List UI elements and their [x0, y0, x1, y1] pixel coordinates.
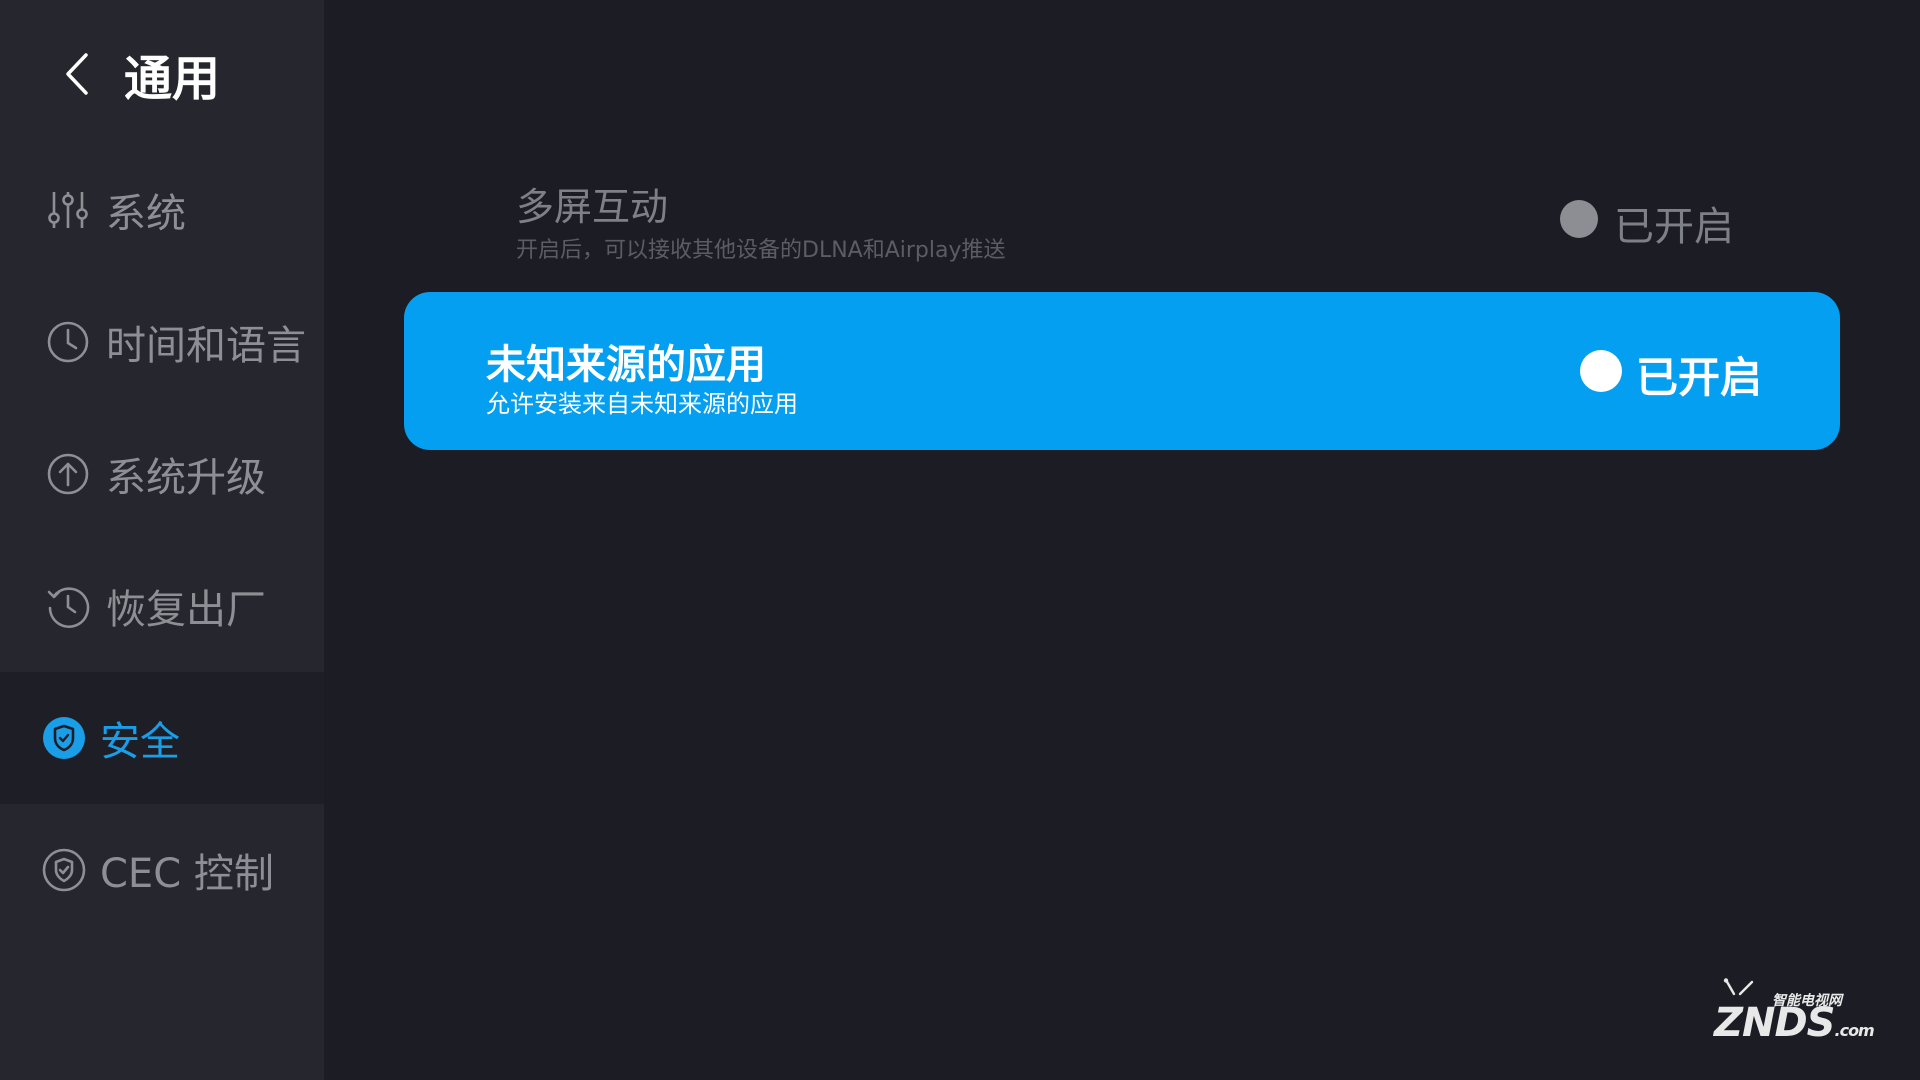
- sidebar-item-label: 安全: [100, 719, 180, 765]
- setting-title: 未知来源的应用: [486, 342, 766, 388]
- watermark-brand-text: ZNDS: [1714, 1000, 1835, 1046]
- sidebar-item-factory-reset[interactable]: 恢复出厂: [0, 540, 324, 672]
- sidebar-item-system-upgrade[interactable]: 系统升级: [0, 408, 324, 540]
- sidebar-item-label: 系统升级: [106, 455, 266, 501]
- watermark-brand-suffix: .com: [1834, 1021, 1875, 1040]
- sidebar-item-label: 时间和语言: [106, 323, 306, 369]
- settings-screen: 通用 系统 时间和语言 系统升级 恢复出厂 安全 CEC 控制 多屏互动 开启后…: [0, 0, 1920, 1080]
- setting-status: 已开启: [1614, 204, 1734, 250]
- setting-description: 开启后，可以接收其他设备的DLNA和Airplay推送: [516, 238, 1006, 263]
- back-arrow-icon[interactable]: [62, 40, 106, 108]
- shield-outline-icon: [40, 846, 88, 894]
- watermark-brand: ZNDS.com: [1714, 1000, 1875, 1046]
- sliders-icon: [44, 186, 92, 234]
- history-icon: [44, 582, 92, 630]
- sidebar-item-label: 系统: [106, 191, 186, 237]
- sidebar-item-time-language[interactable]: 时间和语言: [0, 276, 324, 408]
- setting-title: 多屏互动: [516, 185, 669, 229]
- setting-status: 已开启: [1636, 353, 1763, 402]
- clock-icon: [44, 318, 92, 366]
- sidebar-item-security[interactable]: 安全: [0, 672, 324, 804]
- header: 通用: [62, 40, 220, 108]
- sidebar-item-label: 恢复出厂: [106, 587, 266, 633]
- shield-icon: [40, 714, 88, 762]
- watermark-logo: 智能电视网 ZNDS.com: [1706, 978, 1876, 1048]
- setting-multiscreen-interaction[interactable]: 多屏互动 开启后，可以接收其他设备的DLNA和Airplay推送 已开启: [404, 150, 1840, 270]
- sidebar: 通用 系统 时间和语言 系统升级 恢复出厂 安全 CEC 控制: [0, 0, 324, 1080]
- setting-description: 允许安装来自未知来源的应用: [486, 390, 798, 418]
- page-title: 通用: [124, 51, 221, 107]
- status-dot-icon: [1580, 350, 1622, 392]
- status-dot-icon: [1560, 200, 1598, 238]
- setting-unknown-sources[interactable]: 未知来源的应用 允许安装来自未知来源的应用 已开启: [404, 292, 1840, 450]
- sidebar-item-label: CEC 控制: [100, 851, 274, 897]
- sidebar-item-system[interactable]: 系统: [0, 144, 324, 276]
- upgrade-arrow-icon: [44, 450, 92, 498]
- sidebar-item-cec-control[interactable]: CEC 控制: [0, 804, 324, 936]
